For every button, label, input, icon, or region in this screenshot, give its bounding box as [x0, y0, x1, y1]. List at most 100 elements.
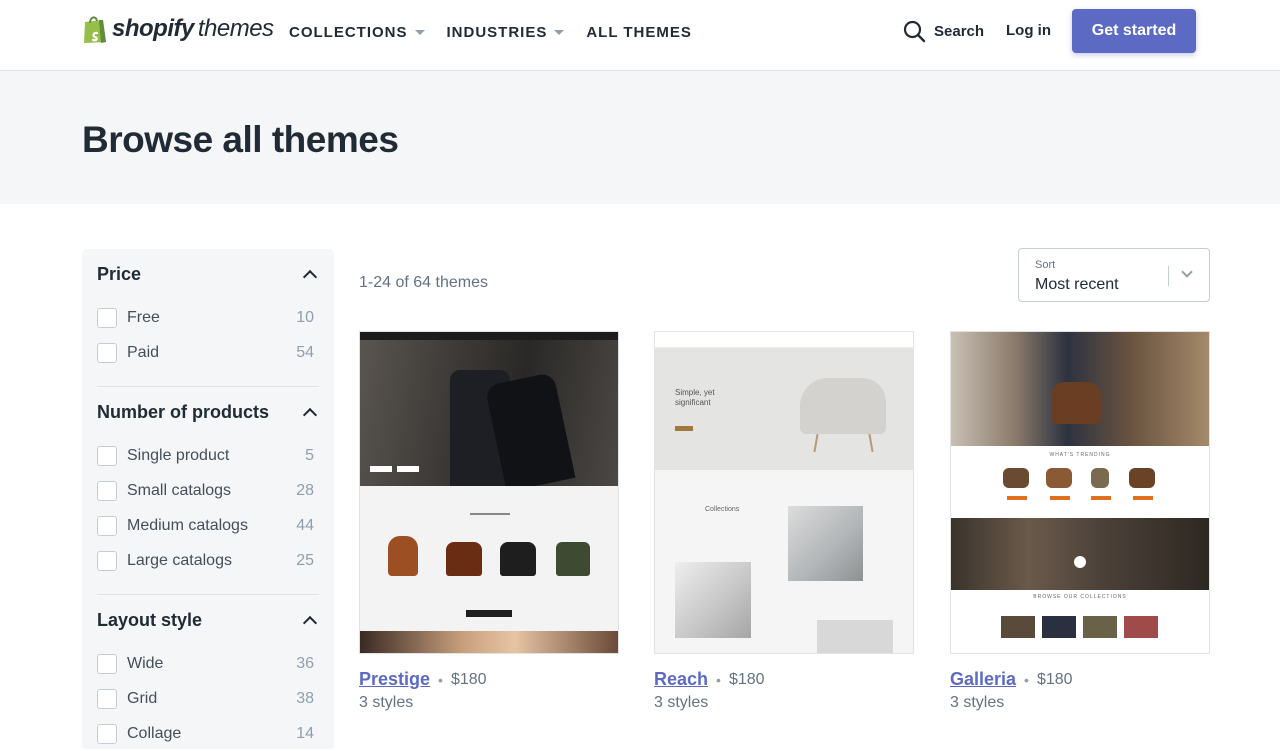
filter-option-grid[interactable]: Grid 38 [97, 681, 319, 716]
shopify-themes-logo[interactable]: shopify themes [82, 14, 274, 44]
checkbox[interactable] [97, 342, 117, 363]
main-nav: COLLECTIONS INDUSTRIES ALL THEMES [289, 22, 714, 42]
filter-option-count: 54 [296, 343, 314, 361]
nav-industries[interactable]: INDUSTRIES [447, 22, 565, 42]
filter-group-title: Number of products [97, 401, 270, 422]
preview-story-photo [951, 518, 1209, 590]
sort-label: Sort [1035, 259, 1056, 271]
search-icon [903, 20, 926, 43]
theme-name-link[interactable]: Galleria [950, 669, 1016, 690]
theme-preview-image[interactable]: Simple, yet significant Collections [654, 331, 914, 654]
checkbox[interactable] [97, 307, 117, 328]
filter-option-paid[interactable]: Paid 54 [97, 335, 319, 370]
sort-select[interactable]: Sort Most recent [1018, 248, 1210, 302]
divider [97, 386, 319, 387]
page-title: Browse all themes [82, 119, 399, 160]
top-navigation-bar: shopify themes COLLECTIONS INDUSTRIES AL… [0, 0, 1280, 71]
preview-products-section [360, 486, 618, 631]
preview-collections: Collections [655, 470, 913, 653]
preview-footer-photo [360, 631, 618, 653]
filter-group-number-of-products: Number of products Single product 5 Smal… [97, 400, 319, 578]
theme-preview-image[interactable]: WHAT'S TRENDING BROWSE OUR COLLECTIONS [950, 331, 1210, 654]
chevron-down-icon [1181, 266, 1193, 278]
checkbox[interactable] [97, 480, 117, 501]
chevron-up-icon [302, 615, 318, 630]
filter-sidebar: Price Free 10 Paid 54 Number of products [82, 249, 334, 749]
theme-name-link[interactable]: Reach [654, 669, 708, 690]
theme-styles-count: 3 styles [654, 694, 709, 711]
theme-price: $180 [450, 670, 487, 688]
checkbox[interactable] [97, 550, 117, 571]
filter-option-count: 10 [296, 308, 314, 326]
separator-dot: • [438, 671, 443, 688]
theme-styles-count: 3 styles [950, 694, 1005, 711]
checkbox[interactable] [97, 445, 117, 466]
theme-preview-image[interactable] [359, 331, 619, 654]
filter-group-header[interactable]: Number of products [97, 400, 319, 424]
theme-card-reach: Simple, yet significant Collections Reac… [654, 331, 914, 712]
filter-option-wide[interactable]: Wide 36 [97, 646, 319, 681]
filter-option-label: Single product [127, 446, 230, 464]
theme-name-link[interactable]: Prestige [359, 669, 430, 690]
filter-group-title: Layout style [97, 609, 203, 630]
separator-dot: • [716, 671, 721, 688]
divider [1168, 266, 1169, 286]
filter-option-collage[interactable]: Collage 14 [97, 716, 319, 751]
nav-all-themes-label: ALL THEMES [586, 23, 692, 41]
preview-hero: Simple, yet significant [655, 348, 913, 470]
theme-styles-count: 3 styles [359, 694, 414, 711]
filter-option-count: 5 [305, 446, 314, 464]
filter-option-label: Paid [127, 343, 160, 361]
filter-option-count: 14 [296, 724, 314, 742]
filter-option-small-catalogs[interactable]: Small catalogs 28 [97, 473, 319, 508]
preview-hero-heading: Simple, yet significant [675, 388, 715, 407]
login-link[interactable]: Log in [1006, 22, 1051, 39]
filter-option-count: 36 [296, 654, 314, 672]
nav-collections[interactable]: COLLECTIONS [289, 22, 425, 42]
get-started-button[interactable]: Get started [1072, 9, 1196, 53]
checkbox[interactable] [97, 515, 117, 536]
filter-option-label: Large catalogs [127, 551, 232, 569]
chevron-up-icon [302, 269, 318, 284]
filter-option-single-product[interactable]: Single product 5 [97, 438, 319, 473]
filter-group-layout-style: Layout style Wide 36 Grid 38 Collage 14 [97, 608, 319, 751]
hero-banner: Browse all themes [0, 71, 1280, 204]
divider [97, 594, 319, 595]
nav-industries-label: INDUSTRIES [446, 23, 548, 41]
search-button[interactable]: Search [903, 20, 984, 43]
preview-collections: BROWSE OUR COLLECTIONS [951, 590, 1209, 653]
logo-wordmark-light: themes [197, 15, 274, 42]
separator-dot: • [1024, 671, 1029, 688]
filter-group-header[interactable]: Layout style [97, 608, 319, 632]
results-count: 1-24 of 64 themes [359, 274, 488, 291]
theme-card-galleria: WHAT'S TRENDING BROWSE OUR COLLECTIONS G… [950, 331, 1210, 712]
theme-price: $180 [1036, 670, 1073, 688]
preview-trending: WHAT'S TRENDING [951, 446, 1209, 518]
sort-value: Most recent [1035, 276, 1119, 293]
filter-group-price: Price Free 10 Paid 54 [97, 262, 319, 370]
checkbox[interactable] [97, 653, 117, 674]
filter-option-medium-catalogs[interactable]: Medium catalogs 44 [97, 508, 319, 543]
nav-all-themes[interactable]: ALL THEMES [586, 22, 692, 42]
search-label: Search [934, 23, 985, 40]
theme-price: $180 [728, 670, 765, 688]
filter-option-label: Wide [127, 654, 164, 672]
filter-group-header[interactable]: Price [97, 262, 319, 286]
checkbox[interactable] [97, 688, 117, 709]
filter-group-title: Price [97, 263, 142, 284]
filter-option-label: Medium catalogs [127, 516, 248, 534]
filter-option-count: 28 [296, 481, 314, 499]
nav-collections-label: COLLECTIONS [289, 23, 408, 41]
preview-hero-photo [360, 340, 618, 493]
filter-option-large-catalogs[interactable]: Large catalogs 25 [97, 543, 319, 578]
preview-collections-heading: Collections [705, 506, 740, 513]
preview-hero-photo [951, 332, 1209, 446]
preview-announcement-bar [360, 332, 618, 340]
shopify-bag-icon [82, 14, 108, 44]
filter-option-label: Free [127, 308, 160, 326]
filter-option-free[interactable]: Free 10 [97, 300, 319, 335]
checkbox[interactable] [97, 723, 117, 744]
filter-option-label: Collage [127, 724, 182, 742]
caret-down-icon [554, 29, 565, 35]
filter-option-count: 44 [296, 516, 314, 534]
